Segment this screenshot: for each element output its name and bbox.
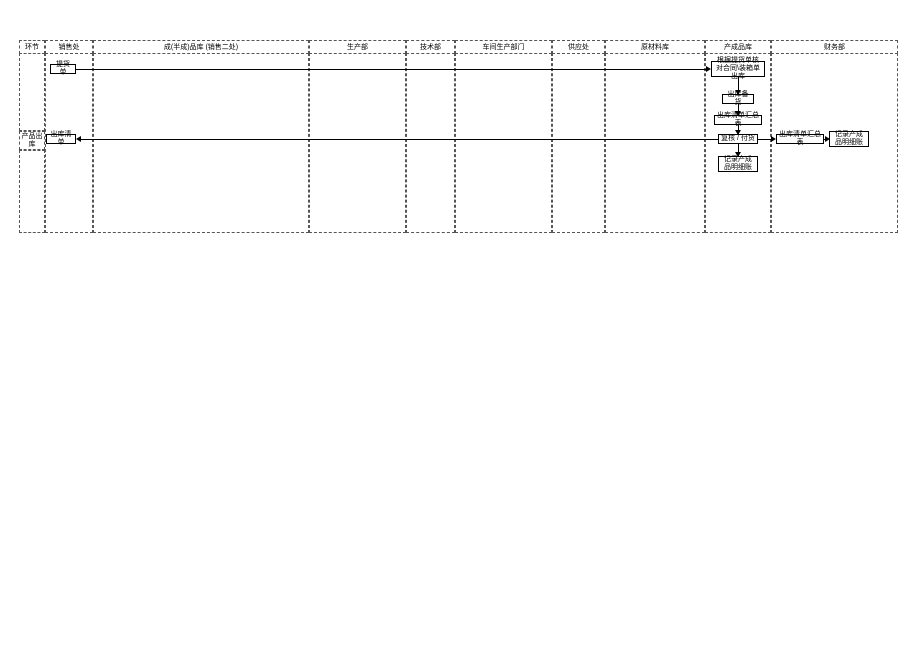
arrow-fukuan-huizong — [771, 136, 776, 142]
arrow-fukuan-chuku — [76, 136, 81, 142]
node-mingxi2: 记录产成品明细账 — [829, 131, 869, 147]
node-qingdan: 出库清单汇总表 — [714, 115, 762, 125]
arrow-fukuan-mingxi1 — [735, 152, 741, 157]
lane-header-hwlib: 成(半成)品库 (销售二处) — [93, 40, 309, 54]
node-tihuo: 提货单 — [50, 64, 76, 74]
arrow-tihuo-check — [706, 66, 711, 72]
row-label-3 — [19, 150, 45, 233]
edge-fukuan-chuku — [81, 139, 718, 140]
lane-body-hwlib — [93, 53, 309, 233]
lane-body-tech — [406, 53, 455, 233]
lane-header-sales: 销售处 — [45, 40, 93, 54]
arrow-huizong-mingxi2 — [825, 136, 830, 142]
edge-tihuo-check — [76, 69, 706, 70]
lane-body-raw — [605, 53, 705, 233]
row-label-1 — [19, 53, 45, 131]
node-fukuan: 复核 / 付货 — [718, 134, 758, 144]
arrow-beihuo-qingdan — [735, 111, 741, 116]
lane-header-raw: 原材料库 — [605, 40, 705, 54]
lane-header-ws: 车间生产部门 — [455, 40, 552, 54]
node-beihuo: 出库备货 — [722, 94, 754, 104]
arrow-qingdan-fukuan — [735, 130, 741, 135]
lane-header-sup: 供应处 — [552, 40, 605, 54]
node-mingxi1: 记录产成品明细账 — [718, 156, 758, 172]
lane-header-env: 环节 — [19, 40, 45, 54]
lane-header-prod: 生产部 — [309, 40, 406, 54]
arrow-check-beihuo — [735, 90, 741, 95]
lane-header-fg: 产成品库 — [705, 40, 771, 54]
node-check: 根据提货单核对合同\装箱单出库 — [711, 61, 765, 77]
node-chuku: 出库清单 — [46, 134, 76, 144]
lane-body-prod — [309, 53, 406, 233]
lane-header-fin: 财务部 — [771, 40, 898, 54]
lane-body-ws — [455, 53, 552, 233]
lane-header-tech: 技术部 — [406, 40, 455, 54]
edge-fukuan-huizong — [758, 139, 771, 140]
row-label-2: 产品出库 — [19, 131, 45, 150]
lane-body-sup — [552, 53, 605, 233]
node-huizong: 出库清单汇总表 — [776, 134, 824, 144]
